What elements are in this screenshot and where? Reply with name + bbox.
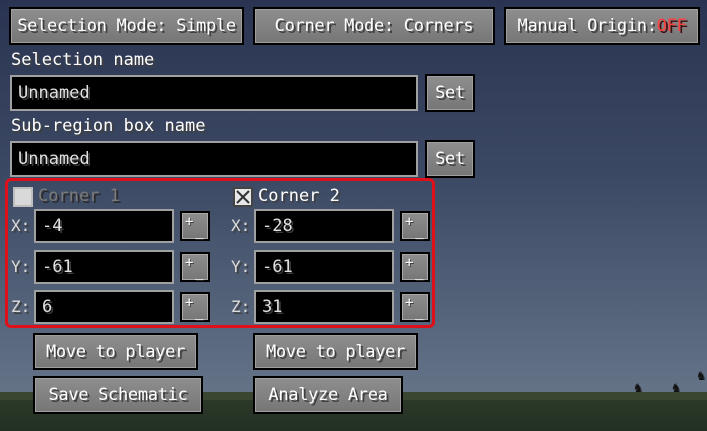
subregion-name-label: Sub-region box name: [11, 116, 206, 136]
manual-origin-button[interactable]: Manual Origin: OFF: [504, 7, 700, 45]
corner2-x-plus-minus-button[interactable]: + _: [400, 211, 430, 241]
selection-mode-button[interactable]: Selection Mode: Simple: [9, 7, 244, 45]
subregion-name-input[interactable]: Unnamed: [10, 141, 418, 177]
corner2-move-to-player-button[interactable]: Move to player: [253, 333, 418, 370]
corner2-label: Corner 2: [258, 186, 340, 206]
corner1-move-to-player-button[interactable]: Move to player: [33, 333, 198, 370]
mob-silhouette-icon: ♞: [634, 380, 643, 396]
corner-mode-button[interactable]: Corner Mode: Corners: [253, 7, 495, 45]
corner1-label: Corner 1: [38, 186, 120, 206]
analyze-area-button[interactable]: Analyze Area: [253, 376, 403, 414]
corner1-z-plus-minus-button[interactable]: + _: [180, 292, 210, 322]
selection-name-set-button[interactable]: Set: [425, 74, 475, 112]
manual-origin-value: OFF: [656, 16, 687, 36]
corner1-x-plus-minus-button[interactable]: + _: [180, 211, 210, 241]
save-schematic-button[interactable]: Save Schematic: [33, 376, 203, 414]
corner1-y-label: Y:: [11, 257, 31, 276]
corner2-x-input[interactable]: -28: [254, 209, 394, 243]
corner1-y-input[interactable]: -61: [34, 250, 174, 284]
corner2-checkbox[interactable]: [233, 187, 253, 207]
selection-name-input[interactable]: Unnamed: [10, 75, 418, 111]
corner2-y-input[interactable]: -61: [254, 250, 394, 284]
subregion-name-set-button[interactable]: Set: [425, 140, 475, 178]
corner1-y-plus-minus-button[interactable]: + _: [180, 252, 210, 282]
corner1-x-input[interactable]: -4: [34, 209, 174, 243]
selection-name-label: Selection name: [11, 50, 155, 70]
corner1-x-label: X:: [11, 216, 31, 235]
mob-silhouette-icon: ♞: [672, 380, 681, 396]
mob-silhouette-icon: ♞: [697, 368, 706, 384]
checkmark-x-icon: [236, 190, 250, 204]
corner2-z-plus-minus-button[interactable]: + _: [400, 292, 430, 322]
corner1-checkbox[interactable]: [13, 187, 33, 207]
corner2-y-plus-minus-button[interactable]: + _: [400, 252, 430, 282]
corner1-z-input[interactable]: 6: [34, 290, 174, 324]
corner2-y-label: Y:: [231, 257, 251, 276]
corner2-x-label: X:: [231, 216, 251, 235]
corner2-z-input[interactable]: 31: [254, 290, 394, 324]
manual-origin-label: Manual Origin:: [517, 16, 657, 36]
corner2-z-label: Z:: [231, 297, 251, 316]
corner1-z-label: Z:: [11, 297, 31, 316]
